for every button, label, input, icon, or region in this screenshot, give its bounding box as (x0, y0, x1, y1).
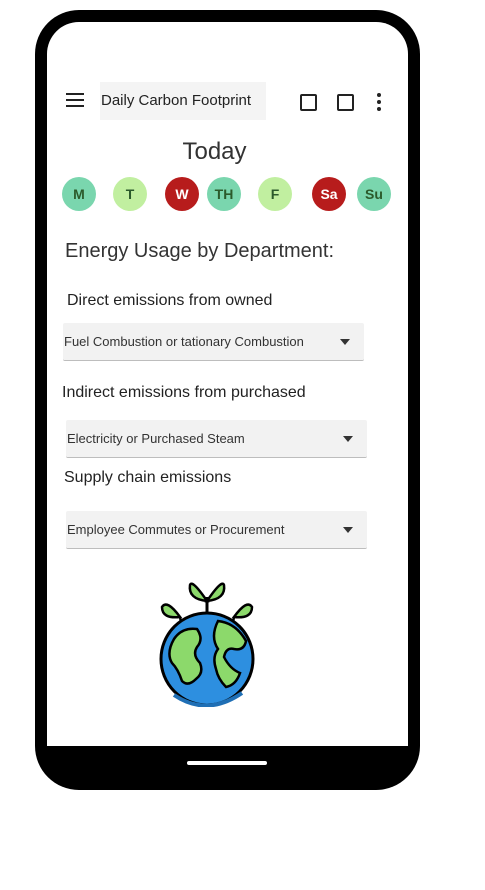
supply-chain-select[interactable]: Employee Commutes or Procurement (66, 511, 367, 549)
direct-emissions-value: Fuel Combustion or tationary Combustion (64, 334, 304, 349)
caret-down-icon (343, 527, 353, 533)
more-vert-icon[interactable] (376, 93, 382, 111)
section-heading: Energy Usage by Department: (65, 240, 335, 262)
home-indicator[interactable] (187, 761, 267, 765)
day-w[interactable]: W (165, 177, 199, 211)
today-label: Today (182, 138, 247, 165)
phone-frame: Daily Carbon Footprint Today M T W TH F Sa Su … (35, 10, 420, 790)
indirect-emissions-value: Electricity or Purchased Steam (67, 431, 245, 446)
earth-plant-icon (159, 582, 255, 707)
square-icon-2[interactable] (337, 94, 354, 111)
day-m[interactable]: M (62, 177, 96, 211)
day-t[interactable]: T (113, 177, 147, 211)
supply-chain-label: Supply chain emissions (64, 469, 232, 486)
indirect-emissions-select[interactable]: Electricity or Purchased Steam (66, 420, 367, 458)
indirect-emissions-label: Indirect emissions from purchased (62, 384, 306, 401)
day-sa[interactable]: Sa (312, 177, 346, 211)
caret-down-icon (343, 436, 353, 442)
screen: Daily Carbon Footprint Today M T W TH F Sa Su … (47, 22, 408, 746)
menu-icon[interactable] (66, 93, 84, 107)
square-icon[interactable] (300, 94, 317, 111)
day-th[interactable]: TH (207, 177, 241, 211)
supply-chain-value: Employee Commutes or Procurement (67, 522, 285, 537)
direct-emissions-select[interactable]: Fuel Combustion or tationary Combustion (63, 323, 364, 361)
day-f[interactable]: F (258, 177, 292, 211)
day-su[interactable]: Su (357, 177, 391, 211)
app-title: Daily Carbon Footprint (100, 82, 266, 120)
caret-down-icon (340, 339, 350, 345)
direct-emissions-label: Direct emissions from owned (67, 292, 273, 309)
